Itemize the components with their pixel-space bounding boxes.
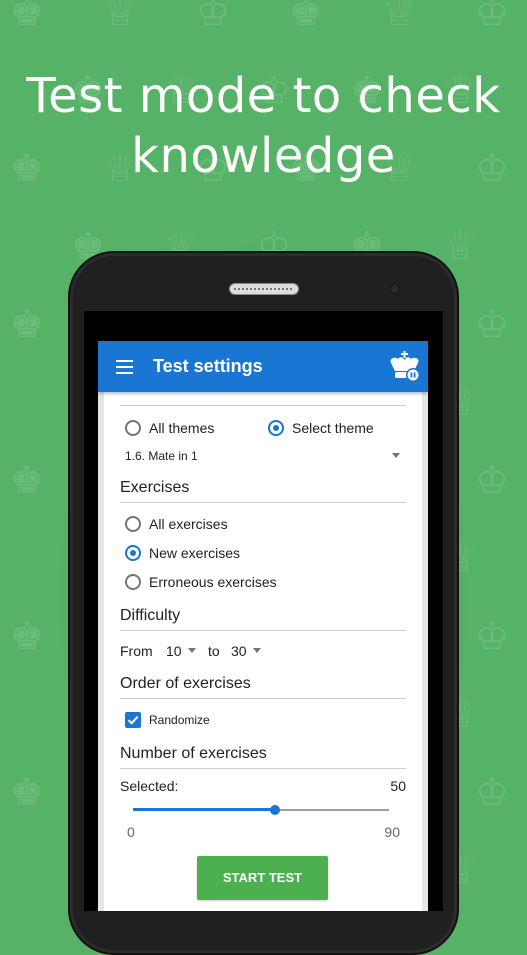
section-title-number: Number of exercises <box>120 745 267 762</box>
section-title-order: Order of exercises <box>120 675 251 692</box>
headline-line-2: knowledge <box>131 128 396 184</box>
radio-label-select-theme[interactable]: Select theme <box>292 420 374 436</box>
radio-label-erroneous-exercises[interactable]: Erroneous exercises <box>149 574 277 590</box>
from-dropdown-arrow-icon[interactable] <box>188 648 196 653</box>
chess-crown-icon: ♔ <box>474 458 510 502</box>
chess-crown-icon: ♚ <box>288 0 324 34</box>
divider <box>120 698 406 699</box>
chess-crown-icon: ♔ <box>474 614 510 658</box>
chess-crown-icon: ♚ <box>9 458 45 502</box>
difficulty-to-select[interactable]: 30 <box>231 643 247 659</box>
divider <box>120 630 406 631</box>
camera-icon <box>389 283 401 295</box>
chess-crown-icon: ♔ <box>474 0 510 34</box>
difficulty-from-select[interactable]: 10 <box>166 643 182 659</box>
start-test-button[interactable]: START TEST <box>197 856 328 900</box>
to-dropdown-arrow-icon[interactable] <box>253 648 261 653</box>
difficulty-from-label: From <box>120 643 153 659</box>
slider-min-label: 0 <box>127 824 135 840</box>
page-title: Test settings <box>153 356 263 376</box>
radio-all-themes[interactable] <box>125 420 141 436</box>
section-title-exercises: Exercises <box>120 479 190 496</box>
divider <box>120 768 406 769</box>
chess-crown-icon: ♚ <box>9 614 45 658</box>
selected-label: Selected: <box>120 778 179 794</box>
chess-crown-icon: ♔ <box>474 770 510 814</box>
app-window: Test settings Theme All themes Select th… <box>98 341 428 911</box>
divider <box>120 502 406 503</box>
exercise-count-slider-fill <box>133 808 276 811</box>
chess-crown-icon: ♔ <box>195 0 231 34</box>
chess-crown-icon: ♕ <box>102 0 138 34</box>
settings-panel: Theme All themes Select theme 1.6. Mate … <box>98 379 428 911</box>
radio-all-exercises[interactable] <box>125 516 141 532</box>
theme-dropdown-value[interactable]: 1.6. Mate in 1 <box>125 449 198 463</box>
divider <box>120 405 406 406</box>
hamburger-menu-icon[interactable] <box>116 360 133 374</box>
headline-line-1: Test mode to check <box>26 68 501 124</box>
chess-crown-icon: ♚ <box>9 770 45 814</box>
theme-dropdown-arrow-icon[interactable] <box>392 453 400 458</box>
difficulty-to-label: to <box>208 643 220 659</box>
chess-crown-icon: ♚ <box>9 0 45 34</box>
chess-crown-icon: ♕ <box>381 0 417 34</box>
radio-label-new-exercises[interactable]: New exercises <box>149 545 240 561</box>
radio-select-theme[interactable] <box>268 420 284 436</box>
radio-new-exercises[interactable] <box>125 545 141 561</box>
slider-max-label: 90 <box>384 824 400 840</box>
chess-crown-icon: ♚ <box>9 302 45 346</box>
radio-label-all-themes[interactable]: All themes <box>149 420 214 436</box>
radio-erroneous-exercises[interactable] <box>125 574 141 590</box>
speaker-icon <box>229 283 299 295</box>
app-bar: Test settings <box>98 341 428 392</box>
exercise-count-slider-thumb[interactable] <box>270 805 281 815</box>
chess-king-logo-icon[interactable] <box>388 351 422 383</box>
section-title-difficulty: Difficulty <box>120 607 181 624</box>
selected-value: 50 <box>390 778 406 794</box>
randomize-label[interactable]: Randomize <box>149 713 210 727</box>
checkmark-icon <box>127 715 139 725</box>
chess-crown-icon: ♔ <box>474 302 510 346</box>
radio-label-all-exercises[interactable]: All exercises <box>149 516 228 532</box>
randomize-checkbox[interactable] <box>125 712 141 728</box>
promo-headline: Test mode to check knowledge <box>0 66 527 186</box>
